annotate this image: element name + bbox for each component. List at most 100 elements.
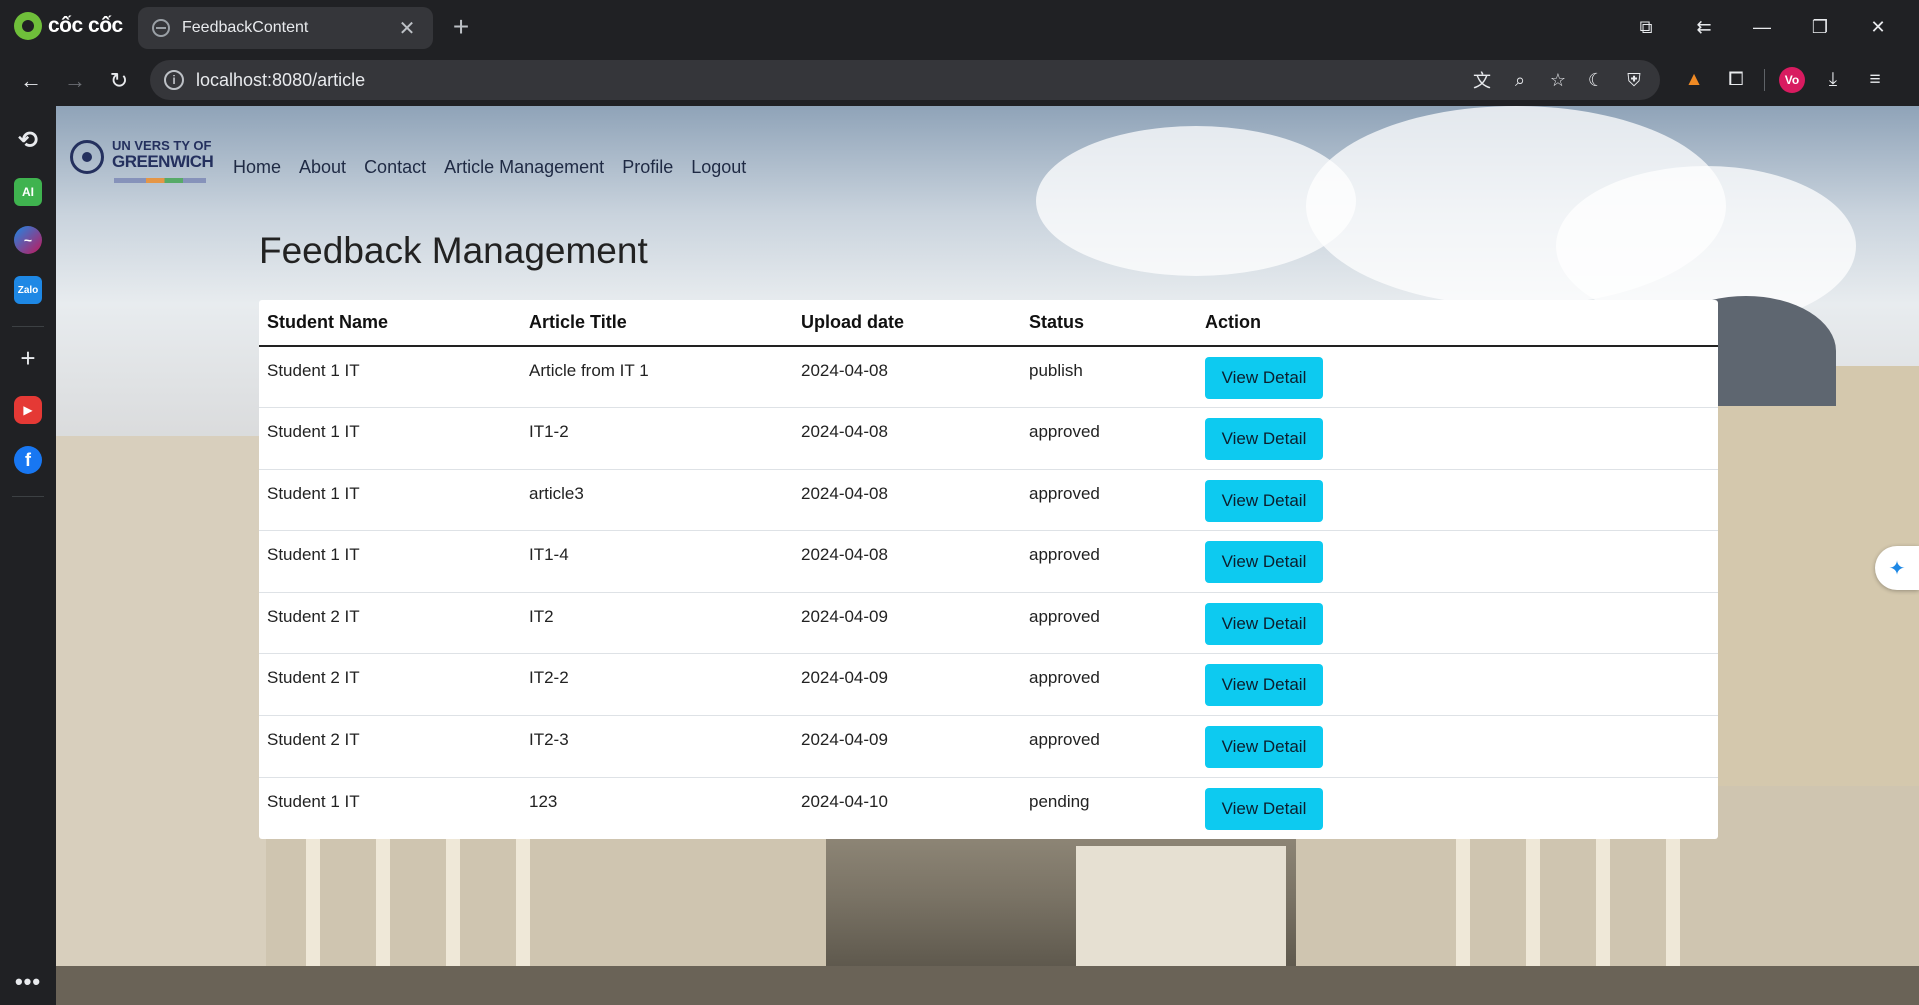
feedback-table: Student Name Article Title Upload date S… [259, 300, 1718, 839]
cell-action: View Detail [1197, 530, 1718, 593]
ground [56, 966, 1919, 1005]
extension-icons: ▲ ⧠ Vo ⤓ ≡ [1680, 66, 1889, 94]
nav-profile-link[interactable]: Profile [622, 157, 673, 178]
cell-status: approved [1021, 469, 1197, 532]
view-detail-button[interactable]: View Detail [1205, 541, 1323, 584]
site-info-icon[interactable]: i [164, 70, 184, 90]
column-header-upload-date: Upload date [793, 300, 1021, 347]
browser-tab-active[interactable]: FeedbackContent ✕ [138, 7, 433, 49]
nav-about-link[interactable]: About [299, 157, 346, 178]
extensions-puzzle-icon[interactable]: ⧠ [1722, 66, 1750, 94]
page-title: Feedback Management [259, 230, 648, 271]
view-detail-button[interactable]: View Detail [1205, 479, 1323, 522]
column-header-student-name: Student Name [259, 300, 521, 347]
cell-student-name: Student 1 IT [259, 469, 521, 532]
nav-contact-link[interactable]: Contact [364, 157, 426, 178]
view-detail-button[interactable]: View Detail [1205, 602, 1323, 645]
column-header-action: Action [1197, 300, 1718, 347]
dark-mode-moon-icon[interactable]: ☾ [1584, 68, 1608, 92]
cell-student-name: Student 1 IT [267, 791, 360, 811]
view-detail-button[interactable]: View Detail [1205, 664, 1323, 707]
address-bar[interactable]: i localhost:8080/article 文 ⌕ ☆ ☾ ⛨ [150, 60, 1660, 100]
close-window-icon[interactable]: ✕ [1849, 10, 1907, 44]
cell-status: pending [1029, 791, 1090, 811]
cell-article-title: IT2 [521, 592, 793, 655]
new-tab-icon[interactable]: + [446, 11, 476, 43]
metamask-fox-icon[interactable]: ▲ [1680, 66, 1708, 94]
cell-action: View Detail [1197, 653, 1718, 717]
view-detail-button[interactable]: View Detail [1205, 357, 1323, 399]
cell-status: approved [1021, 530, 1197, 593]
close-tab-icon[interactable]: ✕ [395, 16, 419, 41]
logo-text-line1: UN VERS TY OF [112, 138, 212, 153]
cell-status: approved [1021, 715, 1197, 778]
add-sidebar-app-icon[interactable]: + [14, 343, 42, 373]
profile-avatar[interactable]: Vo [1779, 67, 1805, 93]
cell-status: approved [1021, 592, 1197, 655]
table-header-row: Student Name Article Title Upload date S… [259, 300, 1718, 347]
back-arrow-icon[interactable]: ← [16, 66, 46, 96]
coccoc-logo-icon [14, 12, 42, 40]
cell-upload-date: 2024-04-08 [793, 469, 1021, 532]
cell-student-name: Student 2 IT [259, 653, 521, 717]
fpt-logo-strip [114, 178, 206, 183]
view-detail-button[interactable]: View Detail [1205, 418, 1323, 461]
view-detail-button[interactable]: View Detail [1205, 726, 1323, 769]
download-icon[interactable]: ⤓ [1819, 66, 1847, 94]
floating-assistant-icon[interactable]: ✦ [1875, 546, 1919, 590]
translate-icon[interactable]: 文 [1470, 68, 1494, 92]
nav-home-link[interactable]: Home [233, 157, 281, 178]
screen-capture-icon[interactable]: ⧉ [1617, 10, 1675, 44]
forward-arrow-icon[interactable]: → [60, 66, 90, 96]
browser-tabbar: cốc cốc FeedbackContent ✕ + ⧉ ⇇ — ❐ ✕ [0, 0, 1919, 54]
cell-upload-date: 2024-04-09 [793, 592, 1021, 655]
feedback-table-card: Student Name Article Title Upload date S… [259, 300, 1718, 839]
youtube-icon[interactable]: ▶ [14, 396, 42, 424]
cell-upload-date: 2024-04-08 [793, 346, 1021, 409]
cell-action: View Detail [1197, 715, 1718, 778]
globe-icon [152, 19, 170, 37]
ai-assistant-icon[interactable]: AI [14, 178, 42, 206]
restore-icon[interactable]: ❐ [1791, 10, 1849, 44]
cell-article-title: IT1-2 [521, 407, 793, 470]
facebook-icon[interactable]: f [14, 446, 42, 474]
column-header-status: Status [1021, 300, 1197, 347]
zoom-icon[interactable]: ⌕ [1508, 68, 1532, 92]
cell-upload-date: 2024-04-08 [793, 530, 1021, 593]
sidebar-divider [12, 496, 44, 497]
browser-brand[interactable]: cốc cốc [14, 12, 123, 40]
logo-text-line2: GREENWICH [112, 152, 214, 171]
tab-title: FeedbackContent [182, 19, 309, 36]
cell-student-name: Student 1 IT [259, 407, 521, 470]
url-text[interactable]: localhost:8080/article [196, 70, 365, 91]
reload-icon[interactable]: ↻ [104, 66, 134, 96]
queens-house [1076, 846, 1286, 966]
cell-status: publish [1021, 346, 1197, 409]
table-row: Student 2 IT IT2-2 2024-04-09 approved V… [259, 653, 1718, 717]
cell-action: View Detail [1197, 777, 1718, 839]
column-header-article-title: Article Title [521, 300, 793, 347]
cell-action: View Detail [1197, 592, 1718, 655]
nav-article-management-link[interactable]: Article Management [444, 157, 604, 178]
cell-article-title: Article from IT 1 [521, 346, 793, 409]
history-icon[interactable]: ⟲ [14, 126, 42, 154]
cell-article-title: IT1-4 [521, 530, 793, 593]
zalo-icon[interactable]: Zalo [14, 276, 42, 304]
nav-logout-link[interactable]: Logout [691, 157, 746, 178]
shield-icon[interactable]: ⛨ [1622, 68, 1646, 92]
building-left [56, 436, 266, 1005]
table-row: Student 1 IT IT1-2 2024-04-08 approved V… [259, 407, 1718, 470]
messenger-icon[interactable]: ~ [14, 226, 42, 254]
menu-icon[interactable]: ≡ [1861, 66, 1889, 94]
university-logo[interactable]: UN VERS TY OF GREENWICH [70, 136, 214, 190]
cell-student-name: Student 1 IT [259, 346, 521, 409]
table-row: Student 1 IT IT1-4 2024-04-08 approved V… [259, 530, 1718, 593]
greenwich-emblem-icon [70, 140, 104, 174]
view-detail-button[interactable]: View Detail [1205, 787, 1323, 830]
minimize-icon[interactable]: — [1733, 10, 1791, 44]
more-options-icon[interactable]: ••• [14, 968, 42, 996]
bookmark-star-icon[interactable]: ☆ [1546, 68, 1570, 92]
cell-article-title: article3 [521, 469, 793, 532]
table-row: Student 2 IT IT2-3 2024-04-09 approved V… [259, 715, 1718, 778]
tab-search-icon[interactable]: ⇇ [1675, 10, 1733, 44]
